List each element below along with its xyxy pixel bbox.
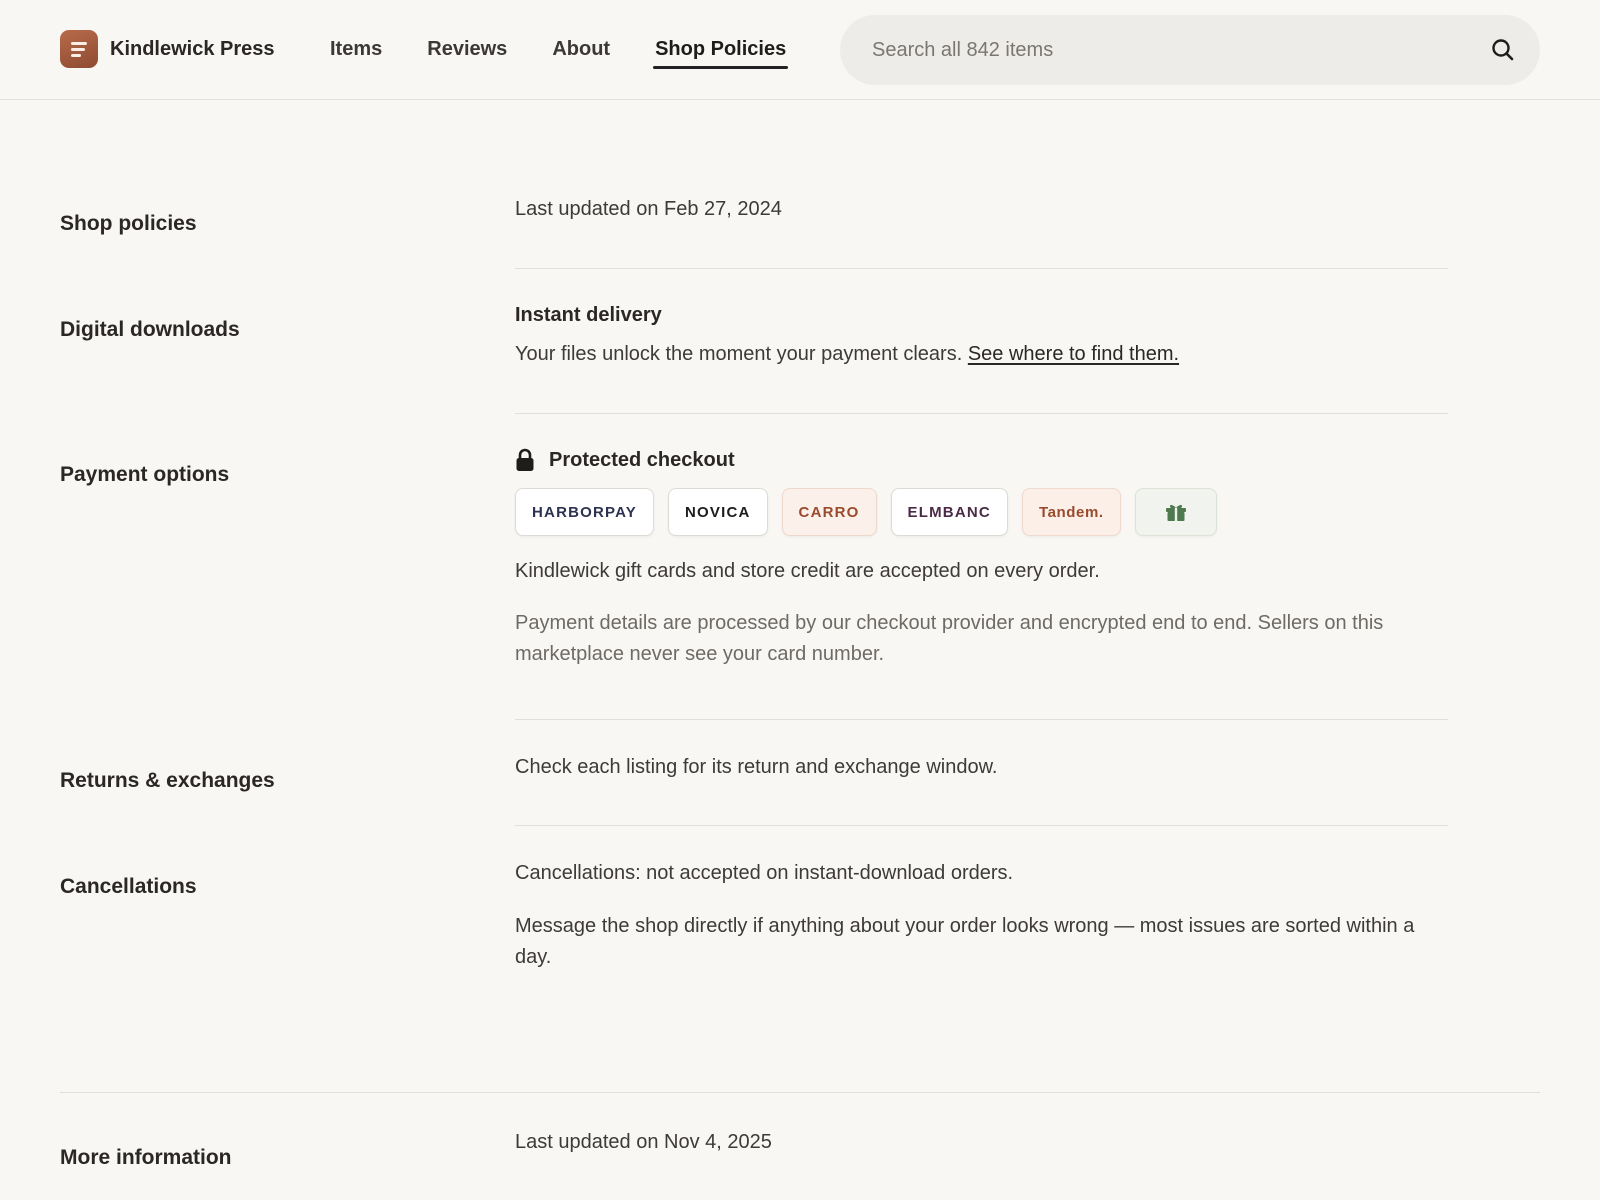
section-label-digital-downloads: Digital downloads bbox=[60, 318, 240, 341]
gift-card-icon bbox=[1134, 488, 1217, 536]
policies-updated-date: Last updated on Feb 27, 2024 bbox=[515, 198, 782, 220]
payment-methods: HARBORPAY NOVICA CARRO ELMBANC Tandem. bbox=[515, 488, 1448, 536]
shop-nav: Items Reviews About Shop Policies bbox=[330, 28, 831, 69]
payment-method-badge: ELMBANC bbox=[890, 488, 1008, 536]
section-label-cancellations: Cancellations bbox=[60, 875, 197, 898]
cancellations-text: Cancellations: not accepted on instant-d… bbox=[515, 862, 1014, 884]
divider bbox=[515, 268, 1448, 269]
nav-tab-reviews[interactable]: Reviews bbox=[427, 28, 507, 69]
shop-name[interactable]: Kindlewick Press bbox=[110, 38, 275, 61]
shop-brand[interactable]: Kindlewick Press bbox=[60, 30, 275, 68]
section-label-more-information: More information bbox=[60, 1146, 232, 1169]
payment-method-badge: HARBORPAY bbox=[515, 488, 654, 536]
search-bar bbox=[840, 15, 1540, 85]
section-label-payment-options: Payment options bbox=[60, 463, 230, 486]
protected-checkout-heading: Protected checkout bbox=[549, 448, 735, 471]
protected-checkout-row: Protected checkout bbox=[515, 448, 1448, 472]
cancellations-contact-note: Message the shop directly if anything ab… bbox=[515, 915, 1415, 968]
nav-tab-about[interactable]: About bbox=[552, 28, 610, 69]
instant-delivery-text: Your files unlock the moment your paymen… bbox=[515, 339, 1448, 370]
section-label-returns: Returns & exchanges bbox=[60, 769, 275, 792]
nav-tab-items[interactable]: Items bbox=[330, 28, 382, 69]
section-label-shop-policies: Shop policies bbox=[60, 212, 197, 235]
gift-card-note: Kindlewick gift cards and store credit a… bbox=[515, 560, 1100, 582]
search-input[interactable] bbox=[872, 15, 1452, 85]
find-downloads-link[interactable]: See where to find them. bbox=[968, 343, 1179, 365]
divider bbox=[515, 825, 1448, 826]
divider bbox=[515, 719, 1448, 720]
divider bbox=[60, 1092, 1540, 1093]
instant-delivery-heading: Instant delivery bbox=[515, 304, 662, 326]
search-icon[interactable] bbox=[1490, 37, 1516, 63]
lock-icon bbox=[516, 448, 534, 471]
shop-logo-icon bbox=[60, 30, 98, 68]
divider bbox=[515, 413, 1448, 414]
more-info-updated-date: Last updated on Nov 4, 2025 bbox=[515, 1131, 772, 1153]
payment-method-badge: NOVICA bbox=[667, 488, 768, 536]
nav-tab-shop-policies[interactable]: Shop Policies bbox=[653, 28, 789, 69]
payment-method-badge: CARRO bbox=[781, 488, 877, 536]
instant-delivery-body: Your files unlock the moment your paymen… bbox=[515, 343, 963, 365]
returns-text: Check each listing for its return and ex… bbox=[515, 756, 998, 778]
site-header: Kindlewick Press Items Reviews About Sho… bbox=[0, 0, 1600, 100]
payment-security-note: Payment details are processed by our che… bbox=[515, 612, 1384, 665]
payment-method-badge: Tandem. bbox=[1021, 488, 1121, 536]
